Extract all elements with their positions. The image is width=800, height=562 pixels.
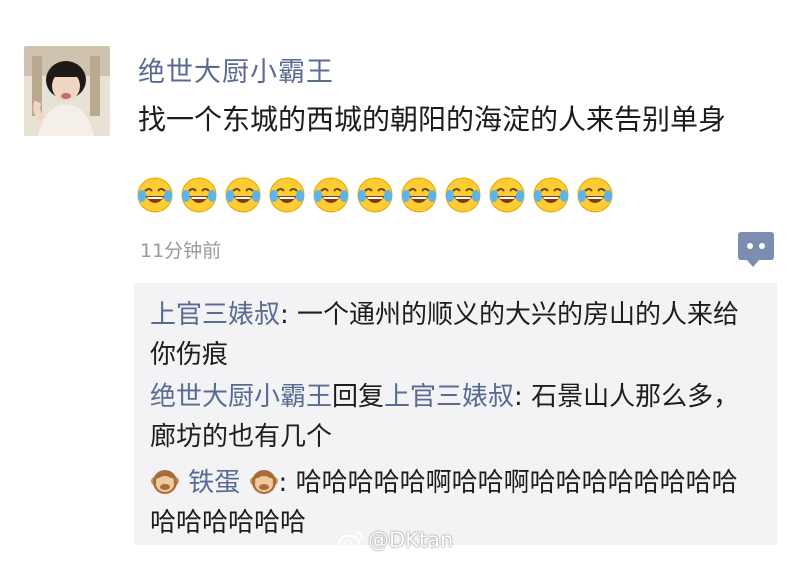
emoji-row [136,176,614,216]
post-time: 11分钟前 [140,240,222,262]
comment-author[interactable]: 上官三婊叔 [150,300,280,330]
tears-of-joy-icon [445,177,481,213]
tears-of-joy-icon [401,177,437,213]
tears-of-joy-icon [357,177,393,213]
comment-author[interactable]: 铁蛋 [188,468,240,498]
comment-2[interactable]: 绝世大厨小霸王回复上官三婊叔: 石景山人那么多，廊坊的也有几个 [150,377,760,457]
reply-word: 回复 [332,382,385,412]
comment-icon-dot [747,243,753,249]
monkey-icon [150,467,180,497]
tears-of-joy-icon [533,177,569,213]
post-username[interactable]: 绝世大厨小霸王 [138,50,334,89]
comment-author[interactable]: 绝世大厨小霸王 [150,382,332,412]
comment-separator: : [278,468,296,498]
comment-3[interactable]: 铁蛋 : 哈哈哈哈哈啊哈哈啊哈哈哈哈哈哈哈哈哈哈哈哈哈哈 [150,463,760,543]
watermark-text: @DKtan [368,528,454,552]
comment-1[interactable]: 上官三婊叔: 一个通州的顺义的大兴的房山的人来给你伤痕 [150,295,760,375]
tears-of-joy-icon [269,177,305,213]
reply-to-author[interactable]: 上官三婊叔 [384,382,514,412]
post-text: 找一个东城的西城的朝阳的海淀的人来告别单身 [138,103,727,136]
comment-button[interactable] [738,232,774,267]
tears-of-joy-icon [313,177,349,213]
comment-separator: : [280,300,298,330]
tears-of-joy-icon [225,177,261,213]
comment-icon-dot [759,243,765,249]
tears-of-joy-icon [181,177,217,213]
avatar[interactable] [24,46,110,136]
comment-separator: : [514,382,532,412]
comments-panel: 上官三婊叔: 一个通州的顺义的大兴的房山的人来给你伤痕 绝世大厨小霸王回复上官三… [134,283,777,545]
weibo-logo-icon [338,531,363,551]
monkey-icon [249,467,279,497]
avatar-image [24,46,110,136]
tears-of-joy-icon [577,177,613,213]
tears-of-joy-icon [137,177,173,213]
watermark: @DKtan [338,528,453,552]
tears-of-joy-icon [489,177,525,213]
